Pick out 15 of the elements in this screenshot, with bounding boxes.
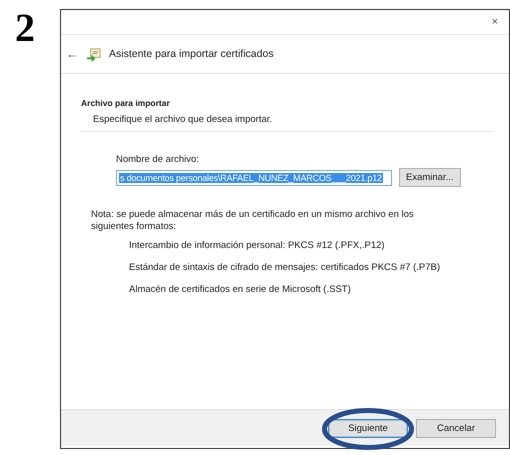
browse-button[interactable]: Examinar... [399, 168, 461, 187]
step-number: 2 [15, 8, 36, 48]
field-label: Nombre de archivo: [116, 154, 200, 165]
format-item: Estándar de sintaxis de cifrado de mensajes: certificados PKCS #7 (.P7B) [129, 262, 442, 273]
format-item: Almacén de certificados en serie de Microsoft (.SST) [129, 284, 352, 295]
section-heading: Archivo para importar [81, 98, 171, 108]
close-button[interactable]: × [492, 16, 498, 28]
window-title: Asistente para importar certificados [109, 48, 274, 60]
certificate-icon [86, 46, 101, 62]
section-subheading: Especifique el archivo que desea importar. [93, 114, 274, 125]
cancel-button[interactable]: Cancelar [416, 418, 496, 438]
format-item: Intercambio de información personal: PKCS #12 (.PFX,.P12) [129, 240, 386, 251]
next-button[interactable]: Siguiente [328, 418, 408, 438]
note-text: Nota: se puede almacenar más de un certificado en un mismo archivo en los siguientes formatos: [91, 209, 415, 233]
back-button[interactable]: ← [66, 47, 78, 61]
